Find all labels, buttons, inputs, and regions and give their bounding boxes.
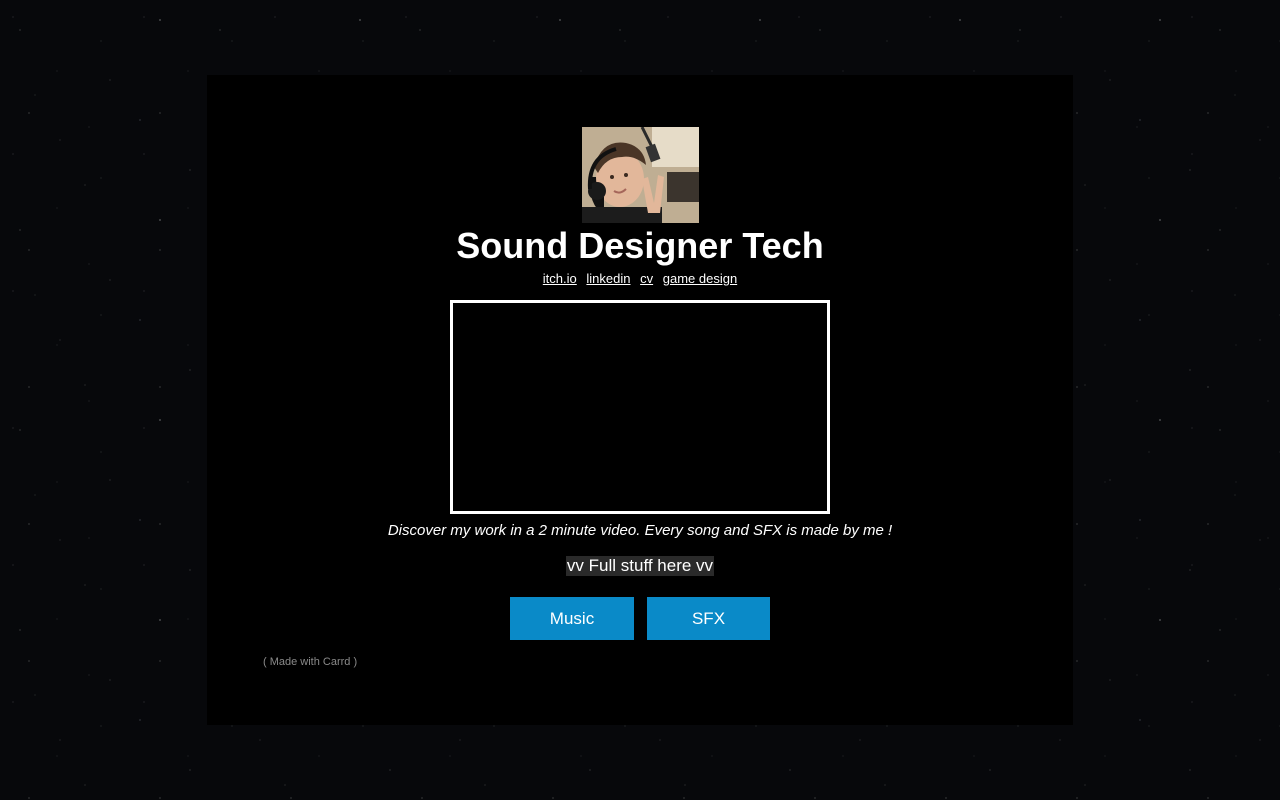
profile-photo: [582, 127, 699, 223]
link-linkedin[interactable]: linkedin: [586, 271, 630, 286]
content-card: Sound Designer Tech itch.io linkedin cv …: [207, 75, 1073, 725]
link-game-design[interactable]: game design: [663, 271, 737, 286]
music-button[interactable]: Music: [510, 597, 634, 640]
full-stuff-text: vv Full stuff here vv: [565, 556, 715, 576]
video-embed[interactable]: [450, 300, 830, 514]
profile-photo-illustration: [582, 127, 699, 223]
full-stuff-callout: vv Full stuff here vv: [207, 556, 1073, 576]
sfx-button[interactable]: SFX: [647, 597, 770, 640]
link-itchio[interactable]: itch.io: [543, 271, 577, 286]
video-caption: Discover my work in a 2 minute video. Ev…: [387, 522, 893, 539]
link-cv[interactable]: cv: [640, 271, 653, 286]
made-with-carrd-link[interactable]: ( Made with Carrd ): [263, 655, 357, 669]
social-links: itch.io linkedin cv game design: [207, 271, 1073, 287]
page-title: Sound Designer Tech: [456, 225, 824, 266]
